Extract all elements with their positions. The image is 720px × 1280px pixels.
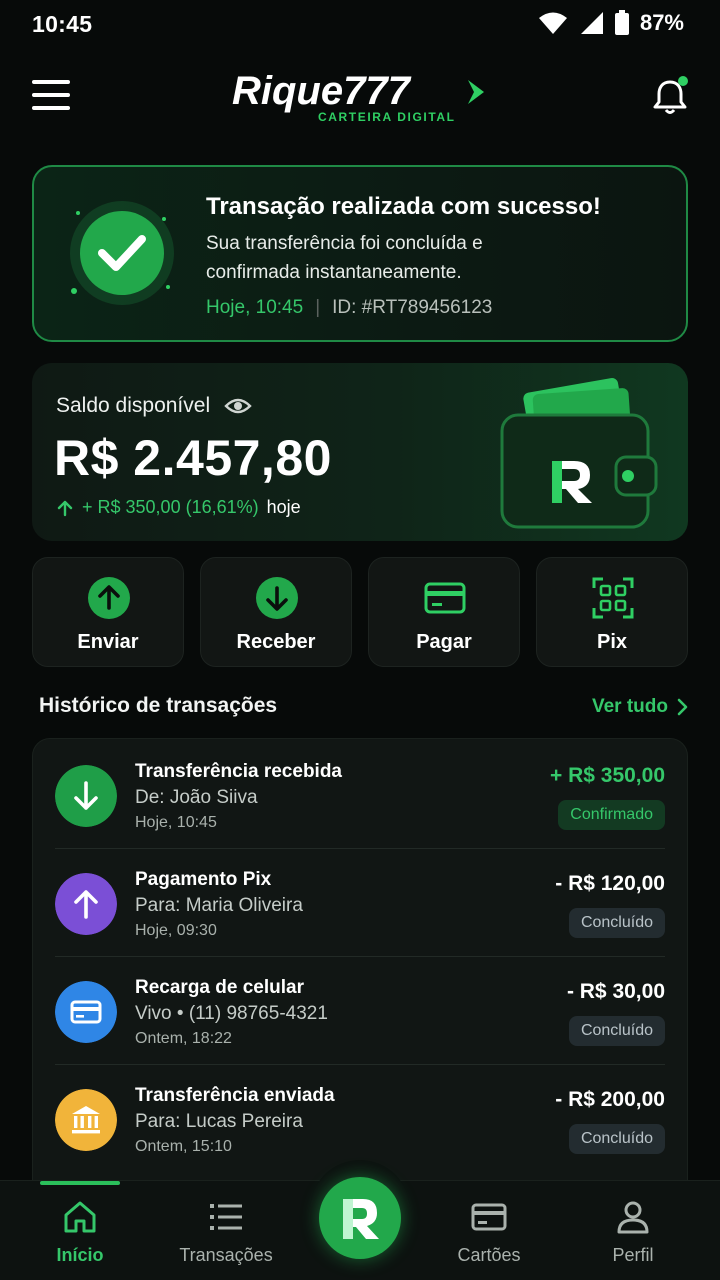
- balance-change-row: + R$ 350,00 (16,61%) hoje: [56, 497, 301, 518]
- battery-icon: [614, 10, 629, 35]
- wallet-icon: [500, 377, 658, 529]
- transaction-subtitle: De: João Siiva: [135, 787, 258, 808]
- nav-home-label: Início: [56, 1245, 104, 1265]
- arrow-up-icon: [55, 873, 117, 935]
- menu-icon: [32, 80, 70, 84]
- status-icons: 87%: [538, 10, 684, 36]
- success-meta: Hoje, 10:45 | ID: #RT789456123: [206, 297, 492, 319]
- transaction-amount: - R$ 120,00: [555, 872, 665, 895]
- notifications-button[interactable]: [648, 74, 692, 118]
- status-badge: Concluído: [568, 908, 665, 938]
- user-icon: [617, 1201, 649, 1234]
- logo-graphic: Rique777 CARTEIRA DIGITAL: [232, 69, 484, 124]
- transaction-row[interactable]: Transferência recebida De: João Siiva Ho…: [33, 741, 687, 849]
- transaction-id: ID: #RT789456123: [332, 297, 493, 318]
- transaction-amount: + R$ 350,00: [549, 764, 665, 787]
- transaction-row[interactable]: Transferência enviada Para: Lucas Pereir…: [33, 1065, 687, 1173]
- transaction-row[interactable]: Pagamento Pix Para: Maria Oliveira Hoje,…: [33, 849, 687, 957]
- transaction-amount: - R$ 30,00: [566, 980, 665, 1003]
- svg-text:Rique777: Rique777: [232, 69, 412, 113]
- history-title: Histórico de transações: [39, 694, 278, 717]
- pix-label: Pix: [596, 631, 628, 653]
- success-title: Transação realizada com sucesso!: [206, 193, 601, 220]
- r-logo-icon: [343, 1199, 379, 1239]
- arrow-up-circle-icon: [88, 577, 130, 619]
- signal-icon: [580, 12, 603, 34]
- pix-button[interactable]: Pix: [536, 557, 688, 667]
- card-icon: [55, 981, 117, 1043]
- card-icon: [424, 582, 466, 614]
- nav-cards[interactable]: Cartões: [429, 1199, 549, 1275]
- bank-icon: [55, 1089, 117, 1151]
- see-all-label: Ver tudo: [591, 696, 668, 717]
- nav-profile-label: Perfil: [612, 1245, 654, 1265]
- balance-label: Saldo disponível: [56, 394, 211, 417]
- success-description: Sua transferência foi concluída e confir…: [206, 233, 483, 283]
- status-badge: Concluído: [568, 1016, 665, 1046]
- quick-actions: Enviar Receber Pagar Pix: [32, 557, 688, 667]
- menu-button[interactable]: [32, 80, 70, 110]
- transaction-time: Hoje, 09:30: [135, 922, 217, 939]
- success-banner: Transação realizada com sucesso! Sua tra…: [32, 165, 688, 342]
- status-bar: 10:45 87%: [0, 0, 720, 48]
- center-action-button[interactable]: [319, 1177, 401, 1259]
- arrow-down-circle-icon: [256, 577, 298, 619]
- svg-text:CARTEIRA DIGITAL: CARTEIRA DIGITAL: [318, 110, 456, 124]
- transaction-title: Transferência recebida: [135, 761, 342, 782]
- active-tab-indicator: [40, 1181, 120, 1185]
- status-badge: Concluído: [568, 1124, 665, 1154]
- receive-label: Receber: [236, 631, 316, 653]
- battery-percent: 87%: [639, 10, 684, 35]
- eye-icon[interactable]: [224, 396, 252, 416]
- bell-icon: [653, 76, 688, 114]
- pay-button[interactable]: Pagar: [368, 557, 520, 667]
- receive-button[interactable]: Receber: [200, 557, 352, 667]
- balance-card: Saldo disponível R$ 2.457,80 + R$ 350,00…: [32, 363, 688, 541]
- transaction-list: Transferência recebida De: João Siiva Ho…: [32, 738, 688, 1198]
- transaction-time: Ontem, 18:22: [135, 1030, 232, 1047]
- see-all-link[interactable]: Ver tudo: [592, 696, 688, 718]
- chevron-right-icon: [677, 698, 688, 716]
- transaction-title: Pagamento Pix: [135, 869, 272, 890]
- nav-cards-label: Cartões: [457, 1245, 521, 1265]
- balance-change-suffix: hoje: [266, 497, 301, 517]
- status-badge: Confirmado: [558, 800, 665, 830]
- pay-label: Pagar: [416, 631, 472, 653]
- transaction-time: Ontem, 15:10: [135, 1138, 232, 1155]
- wifi-icon: [538, 12, 567, 34]
- qr-code-icon: [592, 577, 634, 619]
- success-time: Hoje, 10:45: [206, 297, 304, 318]
- send-button[interactable]: Enviar: [32, 557, 184, 667]
- transaction-time: Hoje, 10:45: [135, 814, 217, 831]
- arrow-down-icon: [55, 765, 117, 827]
- transaction-subtitle: Para: Lucas Pereira: [135, 1111, 303, 1132]
- card-icon: [471, 1203, 507, 1231]
- list-icon: [210, 1204, 242, 1230]
- arrow-up-icon: [57, 500, 73, 516]
- transaction-title: Recarga de celular: [135, 977, 304, 998]
- nav-home[interactable]: Início: [20, 1199, 140, 1275]
- balance-change-value: + R$ 350,00 (16,61%): [82, 497, 259, 517]
- app-logo: Rique777 CARTEIRA DIGITAL: [230, 64, 490, 128]
- meta-separator: |: [315, 297, 321, 318]
- balance-amount: R$ 2.457,80: [54, 430, 332, 486]
- send-label: Enviar: [77, 631, 139, 653]
- status-time: 10:45: [32, 11, 93, 37]
- transaction-amount: - R$ 200,00: [555, 1088, 665, 1111]
- transaction-subtitle: Para: Maria Oliveira: [135, 895, 303, 916]
- nav-transactions[interactable]: Transações: [166, 1199, 286, 1275]
- check-circle-icon: [70, 201, 174, 305]
- nav-profile[interactable]: Perfil: [573, 1199, 693, 1275]
- transaction-row[interactable]: Recarga de celular Vivo • (11) 98765-432…: [33, 957, 687, 1065]
- transaction-subtitle: Vivo • (11) 98765-4321: [135, 1003, 328, 1024]
- home-icon: [64, 1201, 96, 1233]
- balance-label-row: Saldo disponível: [56, 394, 252, 418]
- nav-transactions-label: Transações: [179, 1245, 273, 1265]
- transaction-title: Transferência enviada: [135, 1085, 335, 1106]
